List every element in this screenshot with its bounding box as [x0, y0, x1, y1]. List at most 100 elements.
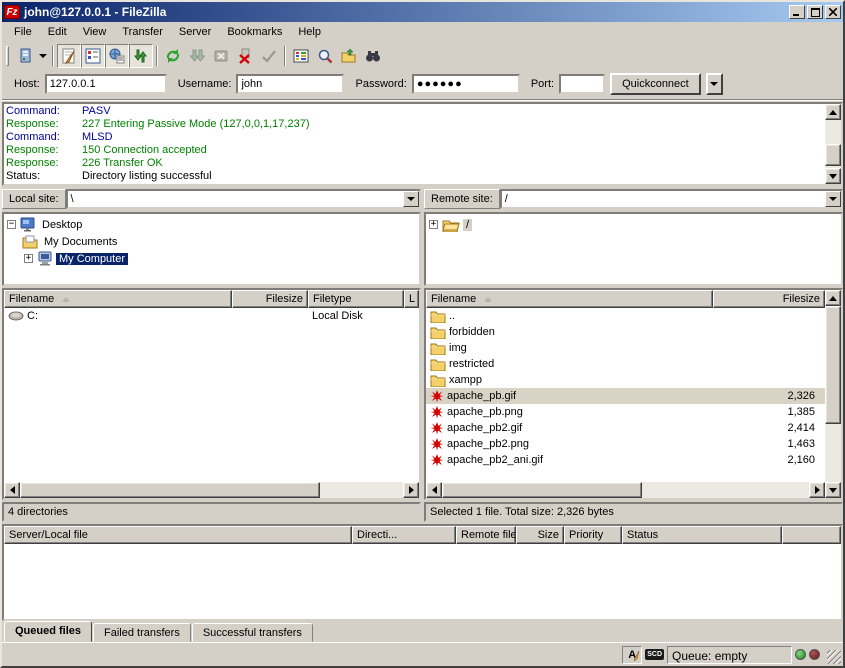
remote-horizontal-scrollbar[interactable] — [426, 482, 825, 498]
file-row[interactable]: apache_pb2_ani.gif 2,160 — [426, 452, 825, 468]
maximize-button[interactable] — [807, 5, 823, 19]
local-horizontal-scrollbar[interactable] — [4, 482, 419, 498]
menu-transfer[interactable]: Transfer — [114, 24, 171, 40]
disconnect-button[interactable] — [233, 44, 257, 68]
column-header-filename[interactable]: Filename — [426, 290, 713, 308]
scrollbar-thumb[interactable] — [20, 482, 320, 498]
scroll-left-button[interactable] — [4, 482, 20, 498]
scroll-up-button[interactable] — [825, 290, 841, 306]
toolbar-grip[interactable] — [6, 46, 9, 66]
filter-button[interactable] — [289, 44, 313, 68]
menu-server[interactable]: Server — [171, 24, 219, 40]
menu-bookmarks[interactable]: Bookmarks — [219, 24, 290, 40]
remote-site-dropdown[interactable] — [825, 191, 841, 207]
message-log-scrollbar[interactable] — [825, 104, 841, 184]
cancel-button[interactable] — [209, 44, 233, 68]
file-row[interactable]: restricted — [426, 356, 825, 372]
close-button[interactable] — [825, 5, 841, 19]
scrollbar-track[interactable] — [825, 120, 841, 168]
scroll-left-button[interactable] — [426, 482, 442, 498]
reconnect-button[interactable] — [257, 44, 281, 68]
folder-icon — [430, 326, 446, 339]
file-row[interactable]: xampp — [426, 372, 825, 388]
column-header-remote-file[interactable]: Remote file — [456, 526, 516, 544]
queue-header: Server/Local file Directi... Remote file… — [4, 526, 841, 544]
menu-edit[interactable]: Edit — [40, 24, 75, 40]
tree-item-root[interactable]: + / — [427, 216, 840, 233]
tab-successful-transfers[interactable]: Successful transfers — [192, 623, 313, 642]
toggle-message-log-button[interactable] — [57, 44, 81, 68]
file-row[interactable]: img — [426, 340, 825, 356]
desktop-icon — [20, 217, 36, 232]
file-row[interactable]: apache_pb.png 1,385 — [426, 404, 825, 420]
scrollbar-thumb[interactable] — [825, 306, 841, 424]
password-input[interactable] — [412, 74, 520, 94]
site-manager-button[interactable] — [13, 44, 37, 68]
tree-item-my-computer[interactable]: + My Computer — [5, 250, 418, 267]
speed-limit-indicator[interactable]: SCD — [645, 649, 664, 660]
remote-site-combobox[interactable]: / — [500, 189, 843, 209]
scrollbar-track[interactable] — [442, 482, 809, 498]
host-input[interactable] — [45, 74, 167, 94]
scroll-up-button[interactable] — [825, 104, 841, 120]
local-site-combobox[interactable]: \ — [66, 189, 421, 209]
minimize-button[interactable] — [789, 5, 805, 19]
queue-body[interactable] — [4, 544, 841, 619]
local-site-dropdown[interactable] — [403, 191, 419, 207]
file-name: apache_pb.png — [447, 406, 523, 418]
site-manager-dropdown[interactable] — [37, 44, 49, 68]
file-row[interactable]: apache_pb2.gif 2,414 — [426, 420, 825, 436]
scrollbar-thumb[interactable] — [825, 144, 841, 166]
compare-directories-button[interactable] — [361, 44, 385, 68]
scroll-down-button[interactable] — [825, 168, 841, 184]
collapse-icon[interactable]: − — [7, 220, 16, 229]
menu-view[interactable]: View — [75, 24, 115, 40]
file-row-selected[interactable]: apache_pb.gif 2,326 — [426, 388, 825, 404]
scroll-down-button[interactable] — [825, 482, 841, 498]
refresh-button[interactable] — [161, 44, 185, 68]
menu-file[interactable]: File — [6, 24, 40, 40]
column-header-priority[interactable]: Priority — [564, 526, 622, 544]
tree-item-my-documents[interactable]: My Documents — [5, 233, 418, 250]
expand-icon[interactable]: + — [24, 254, 33, 263]
username-input[interactable] — [236, 74, 344, 94]
process-queue-button[interactable] — [185, 44, 209, 68]
tab-queued-files[interactable]: Queued files — [4, 621, 92, 642]
quickconnect-dropdown[interactable] — [706, 73, 723, 95]
file-row[interactable]: apache_pb2.png 1,463 — [426, 436, 825, 452]
scrollbar-track[interactable] — [825, 306, 841, 482]
titlebar[interactable]: Fz john@127.0.0.1 - FileZilla — [2, 2, 843, 22]
find-files-button[interactable] — [313, 44, 337, 68]
file-row[interactable]: .. — [426, 308, 825, 324]
tab-failed-transfers[interactable]: Failed transfers — [93, 623, 191, 642]
remote-vertical-scrollbar[interactable] — [825, 290, 841, 498]
expand-icon[interactable]: + — [429, 220, 438, 229]
resize-grip[interactable] — [827, 650, 841, 664]
file-name: apache_pb2_ani.gif — [447, 454, 543, 466]
toggle-remote-tree-button[interactable] — [105, 44, 129, 68]
file-name: apache_pb2.png — [447, 438, 529, 450]
scroll-right-button[interactable] — [403, 482, 419, 498]
scrollbar-thumb[interactable] — [442, 482, 642, 498]
column-header-filesize[interactable]: Filesize — [232, 290, 308, 308]
menu-help[interactable]: Help — [290, 24, 329, 40]
file-row[interactable]: forbidden — [426, 324, 825, 340]
column-header-filetype[interactable]: Filetype — [308, 290, 404, 308]
scrollbar-track[interactable] — [20, 482, 403, 498]
column-header-last-modified[interactable]: L — [404, 290, 419, 308]
scroll-right-button[interactable] — [809, 482, 825, 498]
tree-item-desktop[interactable]: − Desktop — [5, 216, 418, 233]
toggle-queue-button[interactable] — [129, 44, 153, 68]
column-header-size[interactable]: Size — [516, 526, 564, 544]
port-input[interactable] — [559, 74, 605, 94]
column-header-filename[interactable]: Filename — [4, 290, 232, 308]
column-header-status[interactable]: Status — [622, 526, 782, 544]
column-header-filesize[interactable]: Filesize — [713, 290, 825, 308]
sync-browsing-button[interactable] — [337, 44, 361, 68]
toggle-local-tree-button[interactable] — [81, 44, 105, 68]
quickconnect-button[interactable]: Quickconnect — [610, 73, 701, 95]
file-row[interactable]: C: Local Disk — [4, 308, 419, 324]
column-header-direction[interactable]: Directi... — [352, 526, 456, 544]
column-header-server-local-file[interactable]: Server/Local file — [4, 526, 352, 544]
transfer-type-indicator-icon[interactable]: A — [622, 646, 642, 664]
